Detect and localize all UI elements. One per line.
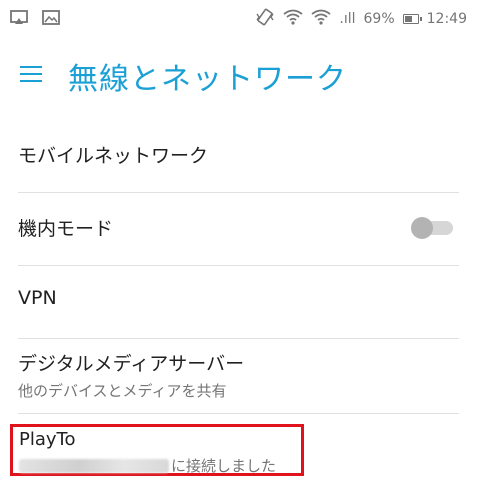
item-title: モバイルネットワーク [18,145,209,167]
item-title: 機内モード [18,218,114,240]
toggle-knob [411,217,433,239]
wifi-icon [311,9,331,29]
item-title: PlayTo [19,429,76,450]
status-bar: .ıll 69% 12:49 [0,0,477,38]
menu-icon[interactable] [20,66,42,87]
wifi-icon [283,9,303,29]
status-bar-left [10,10,60,30]
item-title: デジタルメディアサーバー [18,353,245,375]
vpn-item[interactable]: VPN [18,266,459,339]
toolbar: 無線とネットワーク [0,46,477,106]
playto-item[interactable]: PlayTo に接続しました [10,424,304,476]
digital-media-server-item[interactable]: デジタルメディアサーバー 他のデバイスとメディアを共有 [18,339,459,414]
redacted-device-name [19,458,169,473]
mobile-network-item[interactable]: モバイルネットワーク [18,120,459,193]
status-bar-right: .ıll 69% 12:49 [255,8,467,30]
image-icon [42,10,60,30]
battery-percent: 69% [363,11,395,27]
vibrate-icon [255,8,275,30]
playto-status: に接続しました [19,455,276,476]
cast-icon [10,10,28,30]
battery-icon [402,14,422,24]
item-subtitle: に接続しました [171,457,277,475]
item-subtitle: 他のデバイスとメディアを共有 [18,382,227,400]
settings-screen: .ıll 69% 12:49 無線とネットワーク モバイルネットワーク 機内モー… [0,0,477,481]
airplane-mode-toggle[interactable] [411,217,453,239]
page-title: 無線とネットワーク [68,62,347,97]
airplane-mode-item[interactable]: 機内モード [18,193,459,266]
signal-text: .ıll [339,11,356,27]
item-title: VPN [18,287,57,309]
clock: 12:49 [426,11,467,27]
settings-list: モバイルネットワーク 機内モード VPN デジタルメディアサーバー 他のデバイス… [0,120,477,414]
battery-level-fill [404,16,412,22]
